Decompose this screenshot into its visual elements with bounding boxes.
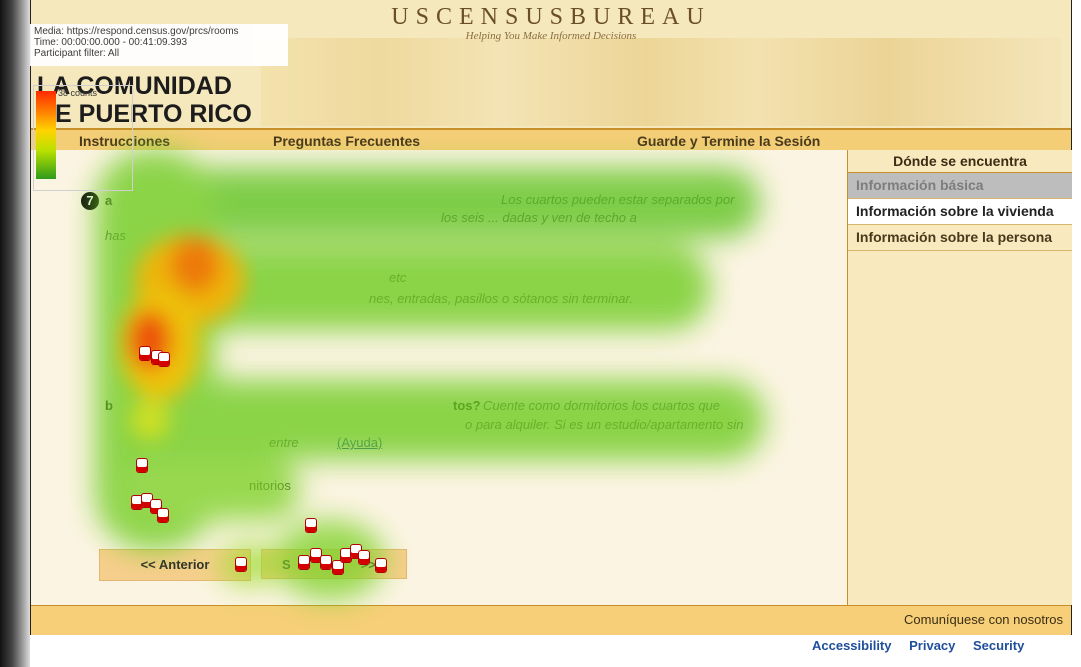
bedroom-count-label: nitorios bbox=[249, 478, 291, 493]
click-marker bbox=[139, 346, 151, 361]
sidebar-item-basic-info[interactable]: Información básica bbox=[848, 173, 1072, 199]
progress-sidebar: Dónde se encuentra Información básica In… bbox=[847, 150, 1072, 605]
overlay-time: Time: 00:00:00.000 - 00:41:09.393 bbox=[34, 37, 188, 48]
click-marker bbox=[305, 518, 317, 533]
click-marker bbox=[136, 458, 148, 473]
contact-link[interactable]: Comuníquese con nosotros bbox=[904, 612, 1063, 627]
click-marker bbox=[375, 558, 387, 573]
privacy-link[interactable]: Privacy bbox=[909, 638, 955, 653]
sidebar-title: Dónde se encuentra bbox=[848, 150, 1072, 173]
overlay-media: Media: https://respond.census.gov/prcs/r… bbox=[34, 26, 239, 37]
question-etc: etc bbox=[389, 270, 407, 285]
previous-button[interactable]: << Anterior bbox=[99, 549, 251, 581]
heatmap-legend-count: 38 counts bbox=[58, 88, 98, 98]
question-b-text2: o para alquiler. Si es un estudio/aparta… bbox=[465, 417, 744, 432]
nav-save-exit[interactable]: Guarde y Termine la Sesión bbox=[637, 133, 820, 149]
question-a-text3: has bbox=[105, 228, 126, 243]
click-marker bbox=[320, 555, 332, 570]
page-footer: Comuníquese con nosotros bbox=[31, 605, 1071, 635]
question-b-bold: tos? bbox=[453, 398, 481, 413]
question-area bbox=[31, 150, 847, 605]
question-b-prefix: b bbox=[105, 398, 113, 413]
question-a-text2: los seis ... dadas y ven de techo a bbox=[441, 210, 637, 225]
click-marker bbox=[358, 550, 370, 565]
click-marker bbox=[298, 555, 310, 570]
footer-links: Accessibility Privacy Security bbox=[812, 638, 1038, 653]
header-banner-image bbox=[261, 38, 1061, 126]
sidebar-item-housing-info[interactable]: Información sobre la vivienda bbox=[848, 199, 1072, 225]
help-link[interactable]: (Ayuda) bbox=[337, 435, 382, 450]
question-exclusion-note: nes, entradas, pasillos o sótanos sin te… bbox=[369, 291, 633, 306]
left-shade bbox=[0, 0, 30, 667]
click-marker bbox=[157, 508, 169, 523]
heatmap-info-overlay: Media: https://respond.census.gov/prcs/r… bbox=[30, 24, 288, 66]
screenshot-frame: USCENSUSBUREAU Helping You Make Informed… bbox=[0, 0, 1081, 667]
question-a-prefix: a bbox=[105, 193, 113, 208]
question-b-text3: entre bbox=[269, 435, 299, 450]
security-link[interactable]: Security bbox=[973, 638, 1024, 653]
heatmap-legend-scale bbox=[36, 91, 56, 179]
census-page: USCENSUSBUREAU Helping You Make Informed… bbox=[30, 0, 1072, 635]
click-marker bbox=[235, 557, 247, 572]
question-number-badge: 7 bbox=[81, 192, 99, 210]
accessibility-link[interactable]: Accessibility bbox=[812, 638, 892, 653]
nav-faq[interactable]: Preguntas Frecuentes bbox=[273, 133, 420, 149]
sidebar-item-person-info[interactable]: Información sobre la persona bbox=[848, 225, 1072, 251]
overlay-filter: Participant filter: All bbox=[34, 48, 120, 59]
question-a-text: Los cuartos pueden estar separados por bbox=[501, 192, 735, 207]
question-b-text: Cuente como dormitorios los cuartos que bbox=[483, 398, 721, 413]
click-marker bbox=[158, 352, 170, 367]
